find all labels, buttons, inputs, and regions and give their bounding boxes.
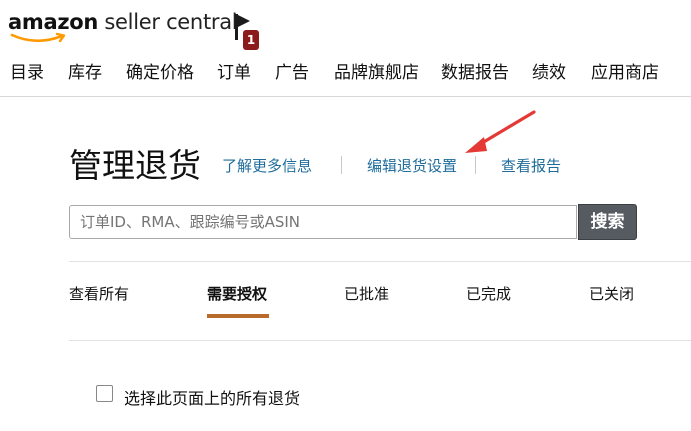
amazon-smile-icon [10, 32, 66, 43]
view-reports-link[interactable]: 查看报告 [501, 155, 561, 176]
annotation-arrow-icon [465, 110, 536, 153]
select-all-checkbox[interactable] [96, 385, 113, 402]
nav-item-performance[interactable]: 绩效 [532, 58, 566, 83]
search-button[interactable]: 搜索 [578, 204, 637, 240]
tab-approved[interactable]: 已批准 [344, 283, 389, 304]
nav-item-pricing[interactable]: 确定价格 [126, 58, 194, 83]
notification-count-badge: 1 [243, 30, 259, 50]
nav-item-inventory[interactable]: 库存 [68, 58, 102, 83]
tab-view-all[interactable]: 查看所有 [69, 283, 129, 304]
content-divider [69, 340, 691, 341]
logo-brand: amazon [8, 10, 99, 34]
link-divider [341, 156, 342, 174]
learn-more-link[interactable]: 了解更多信息 [222, 155, 312, 176]
edit-return-settings-link[interactable]: 编辑退货设置 [367, 155, 457, 176]
nav-item-appstore[interactable]: 应用商店 [591, 58, 659, 83]
nav-item-stores[interactable]: 品牌旗舰店 [334, 58, 419, 83]
nav-item-catalog[interactable]: 目录 [10, 58, 44, 83]
notifications-button[interactable]: 1 [232, 12, 262, 54]
tab-closed[interactable]: 已关闭 [589, 283, 634, 304]
nav-item-orders[interactable]: 订单 [217, 58, 251, 83]
active-tab-indicator [207, 314, 269, 318]
nav-item-reports[interactable]: 数据报告 [441, 58, 509, 83]
logo-product: seller central [98, 10, 238, 34]
page-title: 管理退货 [69, 146, 201, 185]
link-divider [475, 156, 476, 174]
tab-completed[interactable]: 已完成 [466, 283, 511, 304]
tabs-divider [69, 261, 691, 262]
top-header: amazon seller central 1 目录 库存 确定价格 订单 广告… [0, 0, 691, 97]
search-input[interactable] [69, 205, 577, 239]
amazon-seller-central-logo[interactable]: amazon seller central [8, 10, 238, 44]
nav-item-advertising[interactable]: 广告 [275, 58, 309, 83]
select-all-label: 选择此页面上的所有退货 [124, 389, 301, 408]
tab-needs-authorization[interactable]: 需要授权 [207, 283, 267, 304]
